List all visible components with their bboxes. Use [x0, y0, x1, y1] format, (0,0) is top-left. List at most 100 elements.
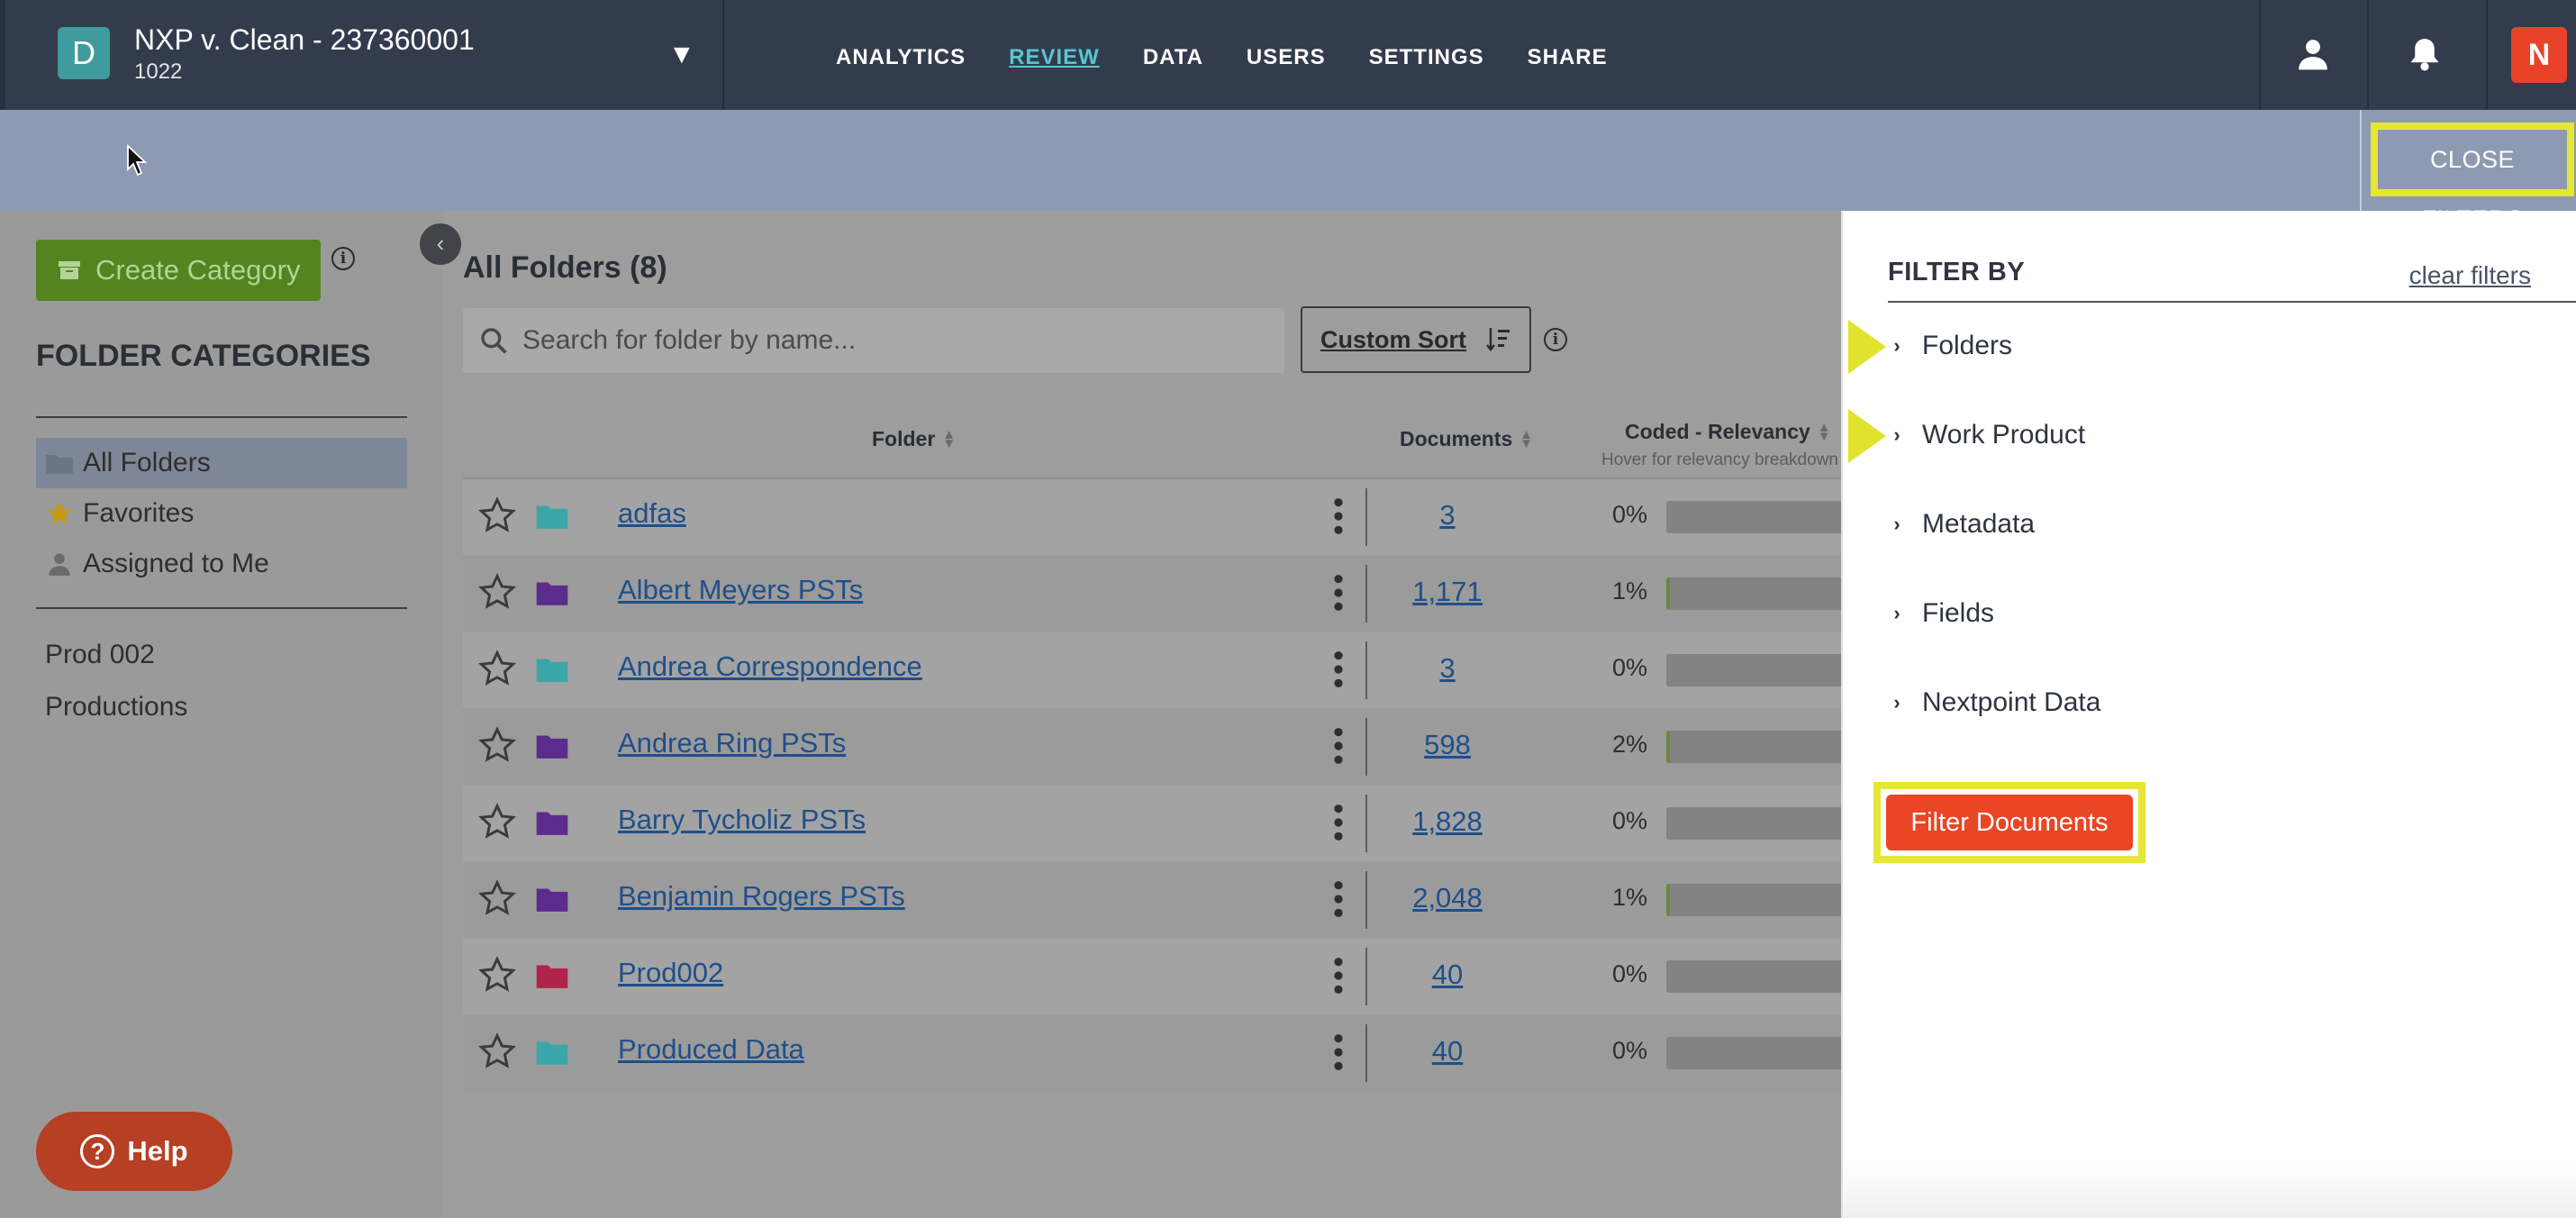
relevancy-bar[interactable]: [1666, 731, 1846, 763]
folder-link[interactable]: Prod002: [618, 957, 723, 989]
folder-icon: [46, 455, 73, 474]
star-outline-icon[interactable]: [477, 955, 517, 995]
sidebar-item-assigned-to-me[interactable]: Assigned to Me: [36, 539, 407, 589]
top-nav-bar: D NXP v. Clean - 237360001 1022 ▼ ANALYT…: [0, 0, 2576, 110]
relevancy-bar[interactable]: [1666, 577, 1846, 610]
more-options-icon[interactable]: [1333, 725, 1344, 767]
folder-link[interactable]: Albert Meyers PSTs: [618, 574, 863, 606]
folder-icon: [536, 1041, 568, 1065]
sidebar-item-all-folders[interactable]: All Folders: [36, 438, 407, 488]
info-icon[interactable]: i: [1544, 328, 1567, 351]
folder-link[interactable]: adfas: [618, 497, 686, 530]
star-outline-icon[interactable]: [477, 1032, 517, 1071]
panel-bottom-shadow: [1841, 1162, 2576, 1218]
star-outline-icon[interactable]: [477, 649, 517, 688]
table-row: Prod002 40 0%: [463, 939, 1846, 1014]
folder-link[interactable]: Andrea Ring PSTs: [618, 727, 846, 759]
column-header-coded-relevancy[interactable]: Coded - Relevancy ▲ ▼: [1625, 420, 1831, 444]
relevancy-percent: 2%: [1612, 731, 1648, 758]
table-row: adfas 3 0%: [463, 479, 1846, 555]
chevron-right-icon: ›: [1893, 423, 1900, 446]
star-outline-icon[interactable]: [477, 572, 517, 612]
sidebar-link-prod-002[interactable]: Prod 002: [45, 640, 155, 670]
star-outline-icon[interactable]: [477, 878, 517, 918]
bell-icon[interactable]: [2403, 32, 2446, 76]
nav-users[interactable]: USERS: [1247, 45, 1326, 70]
star-outline-icon[interactable]: [477, 725, 517, 765]
folder-link[interactable]: Produced Data: [618, 1033, 804, 1066]
filter-documents-highlight: Filter Documents: [1873, 782, 2145, 863]
nextpoint-logo-icon[interactable]: N: [2511, 27, 2567, 83]
document-count-link[interactable]: 3: [1380, 652, 1515, 685]
more-options-icon[interactable]: [1333, 1032, 1344, 1073]
filter-section-folders[interactable]: › Folders: [1888, 323, 2012, 368]
more-options-icon[interactable]: [1333, 955, 1344, 996]
filter-by-heading: FILTER BY: [1888, 258, 2026, 286]
more-options-icon[interactable]: [1333, 495, 1344, 537]
relevancy-bar[interactable]: [1666, 1037, 1846, 1069]
filter-section-nextpoint-data[interactable]: › Nextpoint Data: [1888, 680, 2100, 725]
relevancy-bar[interactable]: [1666, 960, 1846, 993]
create-category-label: Create Category: [95, 254, 301, 286]
question-icon: ?: [80, 1134, 115, 1168]
document-count-link[interactable]: 40: [1380, 1035, 1515, 1068]
filter-panel-divider: [1888, 301, 2576, 303]
document-count-link[interactable]: 2,048: [1380, 882, 1515, 914]
filter-documents-button[interactable]: Filter Documents: [1886, 795, 2133, 850]
help-label: Help: [127, 1135, 188, 1167]
filterbar-divider: [2360, 110, 2362, 211]
document-count-link[interactable]: 1,171: [1380, 576, 1515, 608]
column-header-folder[interactable]: Folder ▲ ▼: [872, 427, 956, 451]
folder-search-input[interactable]: Search for folder by name...: [463, 308, 1284, 373]
clear-filters-link[interactable]: clear filters: [2409, 261, 2531, 290]
info-icon[interactable]: i: [331, 247, 355, 270]
table-row: Produced Data 40 0%: [463, 1015, 1846, 1091]
folder-icon: [536, 582, 568, 605]
nav-divider: [2259, 0, 2261, 110]
nav-share[interactable]: SHARE: [1528, 45, 1608, 70]
folders-main: All Folders (8) Search for folder by nam…: [443, 211, 1846, 1218]
relevancy-bar[interactable]: [1666, 807, 1846, 840]
star-outline-icon[interactable]: [477, 802, 517, 841]
nav-review[interactable]: REVIEW: [1009, 45, 1100, 70]
case-switcher[interactable]: D NXP v. Clean - 237360001 1022 ▼: [0, 0, 724, 110]
case-dropdown-toggle[interactable]: ▼: [668, 40, 695, 70]
mouse-cursor-icon: [127, 144, 148, 177]
sort-arrows-icon: ▲ ▼: [1519, 426, 1534, 451]
filter-section-metadata[interactable]: › Metadata: [1888, 502, 2035, 547]
relevancy-bar[interactable]: [1666, 501, 1846, 533]
sidebar-item-favorites[interactable]: Favorites: [36, 488, 407, 539]
nav-analytics[interactable]: ANALYTICS: [836, 45, 966, 70]
document-count-link[interactable]: 1,828: [1380, 805, 1515, 838]
relevancy-percent: 1%: [1612, 577, 1648, 604]
relevancy-bar[interactable]: [1666, 884, 1846, 916]
filter-section-work-product[interactable]: › Work Product: [1888, 413, 2085, 458]
folder-link[interactable]: Benjamin Rogers PSTs: [618, 880, 905, 913]
document-count-link[interactable]: 3: [1380, 499, 1515, 532]
page-title: All Folders (8): [463, 250, 667, 285]
more-options-icon[interactable]: [1333, 649, 1344, 690]
table-row: Benjamin Rogers PSTs 2,048 1%: [463, 862, 1846, 938]
document-count-link[interactable]: 598: [1380, 729, 1515, 761]
nav-settings[interactable]: SETTINGS: [1369, 45, 1484, 70]
filter-section-fields[interactable]: › Fields: [1888, 591, 1994, 636]
more-options-icon[interactable]: [1333, 878, 1344, 920]
nav-data[interactable]: DATA: [1143, 45, 1203, 70]
relevancy-percent: 0%: [1612, 807, 1648, 834]
more-options-icon[interactable]: [1333, 572, 1344, 614]
custom-sort-button[interactable]: Custom Sort: [1301, 306, 1531, 373]
help-button[interactable]: ? Help: [36, 1112, 232, 1191]
star-outline-icon[interactable]: [477, 495, 517, 535]
column-header-documents[interactable]: Documents ▲ ▼: [1400, 427, 1533, 451]
relevancy-bar[interactable]: [1666, 654, 1846, 686]
chevron-right-icon: ›: [1893, 334, 1900, 357]
create-category-button[interactable]: Create Category: [36, 240, 321, 301]
folder-link[interactable]: Barry Tycholiz PSTs: [618, 804, 866, 836]
sidebar-link-productions[interactable]: Productions: [45, 692, 187, 723]
collapse-sidebar-icon[interactable]: ‹: [420, 223, 461, 265]
more-options-icon[interactable]: [1333, 802, 1344, 843]
folder-link[interactable]: Andrea Correspondence: [618, 650, 922, 683]
document-count-link[interactable]: 40: [1380, 959, 1515, 991]
close-filters-button[interactable]: CLOSE FILTERS: [2371, 123, 2574, 232]
user-icon[interactable]: [2291, 32, 2335, 76]
